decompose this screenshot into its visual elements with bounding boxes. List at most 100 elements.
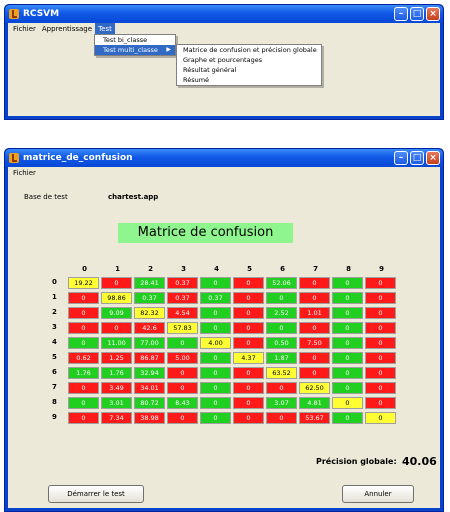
matrix-cell: 0 bbox=[233, 307, 264, 319]
confusion-window: matrice_de_confusion – □ × Fichier Base … bbox=[4, 148, 444, 512]
matrix-cell: 0 bbox=[332, 412, 363, 424]
matrix-cell: 0 bbox=[200, 397, 231, 409]
matrix-cell: 0 bbox=[101, 322, 132, 334]
row-header: 3 bbox=[52, 323, 57, 331]
matrix-cell: 2.52 bbox=[266, 307, 297, 319]
column-header: 4 bbox=[214, 265, 219, 273]
matrix-cell: 34.01 bbox=[134, 382, 165, 394]
matlab-icon bbox=[9, 153, 19, 163]
precision-label: Précision globale: bbox=[316, 457, 397, 466]
menu-fichier[interactable]: Fichier bbox=[10, 23, 39, 35]
matrix-cell: 0 bbox=[167, 367, 198, 379]
matrix-cell: 0 bbox=[299, 292, 330, 304]
submenu-arrow-icon: ▶ bbox=[166, 46, 171, 53]
menu-item-resultat-general[interactable]: Résultat général bbox=[177, 65, 321, 75]
confusion-titlebar[interactable]: matrice_de_confusion bbox=[5, 149, 443, 167]
matrix-cell: 0.50 bbox=[266, 337, 297, 349]
matrix-cell: 0 bbox=[167, 382, 198, 394]
matrix-cell: 0 bbox=[332, 367, 363, 379]
matrix-cell: 0 bbox=[233, 337, 264, 349]
matlab-icon bbox=[9, 9, 19, 19]
matrix-cell: 0 bbox=[68, 337, 99, 349]
menu-item-matrice-confusion[interactable]: Matrice de confusion et précision global… bbox=[177, 45, 321, 55]
matrix-cell: 0 bbox=[200, 352, 231, 364]
menu-item-graphe-pourcentages[interactable]: Graphe et pourcentages bbox=[177, 55, 321, 65]
menu-item-resume[interactable]: Résumé bbox=[177, 75, 321, 85]
matrix-cell: 0 bbox=[332, 277, 363, 289]
minimize-icon[interactable]: – bbox=[394, 7, 408, 21]
confusion-menubar: Fichier bbox=[8, 167, 440, 179]
column-header: 1 bbox=[115, 265, 120, 273]
row-header: 4 bbox=[52, 338, 57, 346]
column-header: 3 bbox=[181, 265, 186, 273]
matrix-cell: 0 bbox=[332, 307, 363, 319]
matrix-cell: 57.83 bbox=[167, 322, 198, 334]
matrix-cell: 1.01 bbox=[299, 307, 330, 319]
matrix-cell: 0 bbox=[365, 397, 396, 409]
matrix-cell: 0 bbox=[233, 397, 264, 409]
matrix-cell: 0.37 bbox=[167, 292, 198, 304]
matrix-cell: 0 bbox=[365, 367, 396, 379]
column-header: 9 bbox=[379, 265, 384, 273]
matrix-cell: 1.25 bbox=[101, 352, 132, 364]
matrix-cell: 62.50 bbox=[299, 382, 330, 394]
close-icon[interactable]: × bbox=[426, 7, 440, 21]
matrix-cell: 38.98 bbox=[134, 412, 165, 424]
matrix-cell: 0 bbox=[365, 322, 396, 334]
menu-apprentissage[interactable]: Apprentissage bbox=[39, 23, 95, 35]
minimize-icon[interactable]: – bbox=[394, 151, 408, 165]
cancel-button[interactable]: Annuler bbox=[342, 485, 414, 503]
column-header: 6 bbox=[280, 265, 285, 273]
matrix-title: Matrice de confusion bbox=[118, 223, 293, 243]
matrix-cell: 3.01 bbox=[101, 397, 132, 409]
matrix-cell: 0 bbox=[365, 352, 396, 364]
matrix-cell: 7.34 bbox=[101, 412, 132, 424]
matrix-cell: 53.67 bbox=[299, 412, 330, 424]
close-icon[interactable]: × bbox=[426, 151, 440, 165]
matrix-cell: 0 bbox=[299, 277, 330, 289]
matrix-cell: 1.87 bbox=[266, 352, 297, 364]
matrix-cell: 0 bbox=[200, 367, 231, 379]
matrix-cell: 0.37 bbox=[200, 292, 231, 304]
maximize-icon[interactable]: □ bbox=[410, 151, 424, 165]
matrix-cell: 0 bbox=[266, 412, 297, 424]
matrix-cell: 0 bbox=[68, 397, 99, 409]
row-header: 0 bbox=[52, 278, 57, 286]
matrix-cell: 0 bbox=[332, 337, 363, 349]
row-header: 9 bbox=[52, 413, 57, 421]
matrix-cell: 0 bbox=[200, 412, 231, 424]
matrix-cell: 7.50 bbox=[299, 337, 330, 349]
row-header: 6 bbox=[52, 368, 57, 376]
matrix-cell: 0 bbox=[167, 412, 198, 424]
confusion-title: matrice_de_confusion bbox=[23, 153, 133, 163]
rcsvm-menubar: Fichier Apprentissage Test bbox=[8, 23, 440, 35]
matrix-cell: 1.76 bbox=[101, 367, 132, 379]
column-header: 8 bbox=[346, 265, 351, 273]
matrix-cell: 3.07 bbox=[266, 397, 297, 409]
matrix-cell: 0 bbox=[365, 337, 396, 349]
menu-item-test-multi-classe[interactable]: Test multi_classe ▶ bbox=[95, 45, 175, 55]
matrix-cell: 0 bbox=[332, 352, 363, 364]
column-header: 2 bbox=[148, 265, 153, 273]
matrix-cell: 4.00 bbox=[200, 337, 231, 349]
matrix-cell: 0 bbox=[68, 412, 99, 424]
matrix-cell: 0 bbox=[332, 382, 363, 394]
matrix-cell: 0 bbox=[266, 322, 297, 334]
start-test-button[interactable]: Démarrer le test bbox=[48, 485, 144, 503]
matrix-cell: 0.62 bbox=[68, 352, 99, 364]
row-header: 2 bbox=[52, 308, 57, 316]
column-header: 0 bbox=[82, 265, 87, 273]
matrix-cell: 82.32 bbox=[134, 307, 165, 319]
row-header: 8 bbox=[52, 398, 57, 406]
rcsvm-titlebar[interactable]: RCSVM bbox=[5, 5, 443, 23]
matrix-cell: 0 bbox=[101, 277, 132, 289]
matrix-cell: 32.94 bbox=[134, 367, 165, 379]
menu-item-test-bi-classe[interactable]: Test bi_classe bbox=[95, 35, 175, 45]
menu-fichier[interactable]: Fichier bbox=[10, 167, 39, 179]
test-menu-dropdown: Test bi_classe Test multi_classe ▶ bbox=[94, 34, 176, 56]
matrix-cell: 11.00 bbox=[101, 337, 132, 349]
matrix-cell: 0 bbox=[233, 292, 264, 304]
matrix-cell: 0 bbox=[266, 382, 297, 394]
maximize-icon[interactable]: □ bbox=[410, 7, 424, 21]
matrix-cell: 0 bbox=[365, 412, 396, 424]
